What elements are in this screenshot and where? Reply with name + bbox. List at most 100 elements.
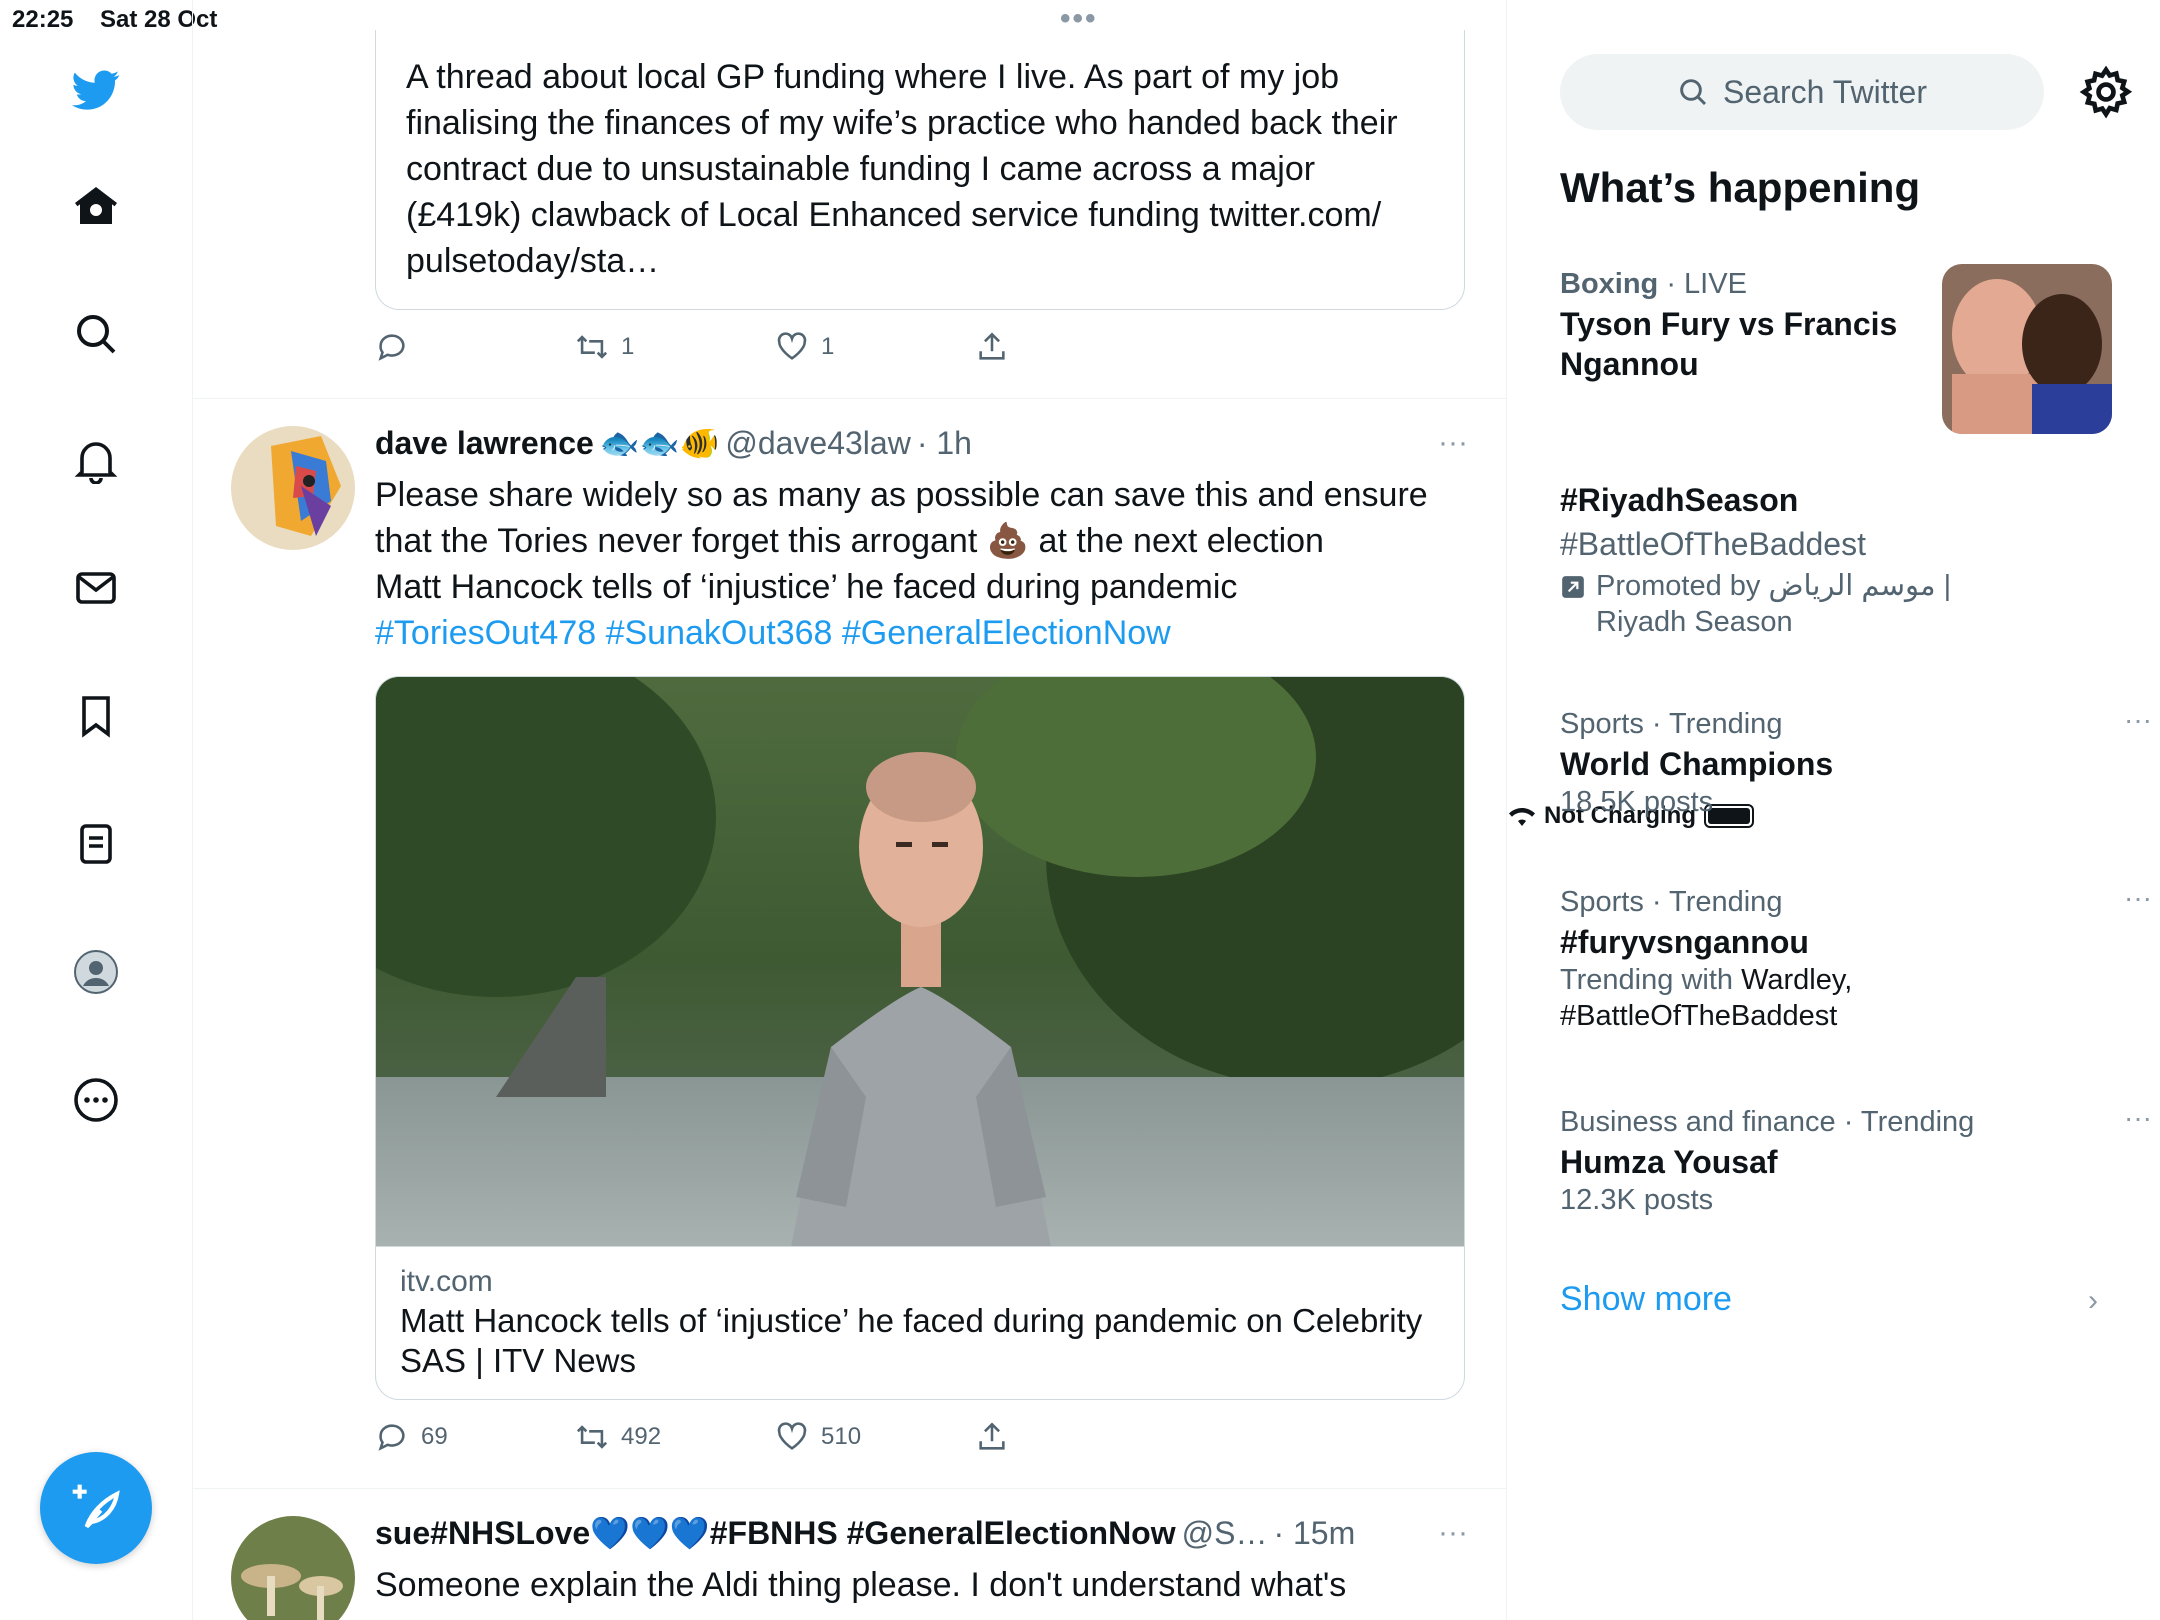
trend-item[interactable]: Business and finance · Trending ··· Humz…	[1560, 1102, 2152, 1218]
tweet-divider	[193, 1488, 1506, 1489]
share-button[interactable]	[975, 330, 1175, 364]
trend-more-icon[interactable]: ···	[2124, 1102, 2152, 1134]
messages-envelope-icon[interactable]	[56, 548, 136, 628]
quoted-tweet-text: A thread about local GP funding where I …	[406, 58, 1398, 280]
trend-category: Business and finance · Trending	[1560, 1106, 1975, 1138]
trend-title: Tyson Fury vs Francis Ngannou	[1560, 306, 1898, 382]
compose-feather-icon	[72, 1484, 120, 1529]
show-more-link[interactable]: Show more	[1560, 1280, 1732, 1319]
retweet-icon	[576, 1425, 608, 1449]
trend-sub-prefix: Trending with	[1560, 964, 1734, 996]
home-icon[interactable]	[56, 166, 136, 246]
trend-more-icon[interactable]: ···	[2124, 882, 2152, 914]
chevron-right-icon: ›	[2088, 1284, 2098, 1317]
like-count: 510	[821, 1423, 862, 1450]
left-nav	[0, 0, 193, 1620]
share-icon	[979, 1422, 1005, 1450]
heart-icon	[777, 332, 807, 360]
trend-sub: Trending with Wardley, #BattleOfTheBadde…	[1560, 962, 2120, 1034]
tweet-more-icon[interactable]: ···	[1438, 426, 1468, 460]
tweet-more-icon[interactable]: ···	[1438, 1516, 1468, 1550]
search-placeholder: Search Twitter	[1723, 73, 1927, 110]
tweet-time[interactable]: · 15m	[1273, 1515, 1355, 1552]
like-button[interactable]: 510	[775, 1420, 975, 1454]
tweet-actions: 1 1	[375, 330, 1175, 364]
retweet-button[interactable]: 1	[575, 330, 775, 364]
heart-icon	[777, 1422, 807, 1450]
promoted-line: Promoted by موسم الرياض | Riyadh Season	[1560, 568, 1980, 640]
author-handle[interactable]: @S…	[1182, 1515, 1268, 1552]
tweet-hashtags[interactable]: #ToriesOut478 #SunakOut368 #GeneralElect…	[375, 610, 1455, 656]
explore-search-icon[interactable]	[56, 294, 136, 374]
search-input[interactable]: Search Twitter	[1560, 54, 2044, 130]
tweet-line: Please share widely so as many as possib…	[375, 476, 1428, 514]
compose-tweet-button[interactable]	[40, 1452, 152, 1564]
trend-thumbnail	[1942, 264, 2112, 434]
trend-sub: 12.3K posts	[1560, 1184, 1714, 1216]
like-count: 1	[821, 333, 835, 360]
trend-meta: Boxing · LIVE	[1560, 264, 1940, 304]
author-handle[interactable]: @dave43law	[725, 425, 910, 462]
profile-avatar-icon[interactable]	[56, 932, 136, 1012]
trend-status: · LIVE	[1666, 268, 1747, 300]
retweet-icon	[576, 335, 608, 359]
tweet-text: Someone explain the Aldi thing please. I…	[375, 1566, 1347, 1604]
author-name[interactable]: sue#NHSLove💙💙💙#FBNHS #GeneralElectionNow	[375, 1514, 1176, 1552]
share-icon	[979, 332, 1005, 360]
trend-title: #RiyadhSeason	[1560, 482, 1799, 518]
timeline: A thread about local GP funding where I …	[193, 0, 1507, 1620]
notifications-bell-icon[interactable]	[56, 420, 136, 500]
tweet-line-part: at the next election	[1038, 522, 1324, 560]
share-button[interactable]	[975, 1420, 1175, 1454]
trend-item-promoted[interactable]: #RiyadhSeason #BattleOfTheBaddest Promot…	[1560, 480, 2120, 640]
trend-category: Boxing	[1560, 268, 1659, 300]
tweet-text: Please share widely so as many as possib…	[375, 472, 1455, 656]
tweet-divider	[193, 398, 1506, 399]
quoted-tweet-card[interactable]: A thread about local GP funding where I …	[375, 30, 1465, 310]
tweet-time[interactable]: · 1h	[917, 425, 972, 462]
search-icon	[1680, 79, 1707, 106]
reply-button[interactable]: 69	[375, 1420, 575, 1454]
avatar[interactable]	[231, 426, 355, 550]
whats-happening-title: What’s happening	[1560, 164, 1921, 211]
trend-title: #furyvsngannou	[1560, 924, 1809, 960]
retweet-count: 492	[621, 1423, 662, 1450]
retweet-count: 1	[621, 333, 635, 360]
trend-more-icon[interactable]: ···	[2124, 704, 2152, 736]
settings-gear-icon[interactable]	[2078, 64, 2134, 120]
more-options-icon[interactable]	[56, 1060, 136, 1140]
tweet-line-part: that the Tories never forget this arroga…	[375, 522, 978, 560]
right-sidebar: Search Twitter What’s happening Boxing ·…	[1508, 0, 2160, 1620]
link-domain: itv.com	[400, 1265, 493, 1298]
trend-sub: 18.5K posts	[1560, 786, 1714, 818]
author-emoji: 🐟🐟🐠	[599, 425, 720, 461]
link-preview-meta: itv.com Matt Hancock tells of ‘injustice…	[376, 1247, 1464, 1397]
trend-item[interactable]: Sports · Trending ··· World Champions 18…	[1560, 704, 2152, 820]
trend-title: World Champions	[1560, 746, 1834, 782]
link-title: Matt Hancock tells of ‘injustice’ he fac…	[400, 1302, 1423, 1379]
trend-sub: #BattleOfTheBaddest	[1560, 526, 1866, 562]
like-button[interactable]: 1	[775, 330, 975, 364]
trend-item[interactable]: Boxing · LIVE Tyson Fury vs Francis Ngan…	[1560, 264, 1940, 384]
promoted-icon	[1562, 576, 1584, 598]
reply-icon	[378, 1424, 405, 1451]
author-name[interactable]: dave lawrence	[375, 425, 594, 462]
tweet-header: dave lawrence 🐟🐟🐠 @dave43law · 1h	[375, 424, 972, 462]
reply-count: 69	[421, 1423, 448, 1450]
retweet-button[interactable]: 492	[575, 1420, 775, 1454]
poop-emoji: 💩	[986, 522, 1030, 560]
lists-icon[interactable]	[56, 804, 136, 884]
reply-button[interactable]	[375, 330, 575, 364]
trend-category: Sports · Trending	[1560, 886, 1783, 918]
tweet-line: Matt Hancock tells of ‘injustice’ he fac…	[375, 568, 1238, 606]
bookmark-icon[interactable]	[56, 676, 136, 756]
avatar[interactable]	[231, 1516, 355, 1620]
twitter-logo-icon[interactable]	[56, 50, 136, 130]
promoted-by: Promoted by موسم الرياض | Riyadh Season	[1596, 570, 1952, 638]
link-preview-card[interactable]: itv.com Matt Hancock tells of ‘injustice…	[375, 676, 1465, 1400]
trend-category: Sports · Trending	[1560, 708, 1783, 740]
trend-item[interactable]: Sports · Trending ··· #furyvsngannou Tre…	[1560, 882, 2152, 1034]
reply-icon	[378, 334, 405, 361]
link-preview-image	[376, 677, 1464, 1247]
trend-title: Humza Yousaf	[1560, 1144, 1778, 1180]
